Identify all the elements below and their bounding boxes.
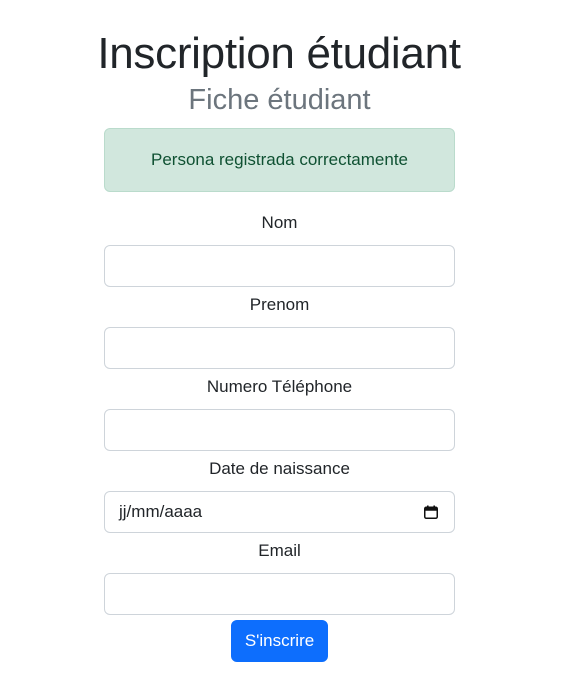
submit-button[interactable]: S'inscrire: [230, 620, 329, 662]
date-naissance-label: Date de naissance: [209, 459, 350, 478]
telephone-label: Numero Téléphone: [206, 377, 353, 396]
prenom-input[interactable]: [104, 327, 455, 369]
field-group-prenom: Prenom: [104, 294, 455, 369]
email-input[interactable]: [104, 573, 455, 615]
field-group-telephone: Numero Téléphone: [104, 376, 455, 451]
field-group-email: Email: [104, 540, 455, 615]
calendar-icon[interactable]: [424, 505, 438, 519]
field-group-nom: Nom: [104, 212, 455, 287]
page-title: Inscription étudiant: [97, 29, 461, 79]
nom-label: Nom: [261, 213, 298, 232]
submit-wrap: S'inscrire: [104, 620, 455, 662]
nom-input[interactable]: [104, 245, 455, 287]
field-group-date: Date de naissance jj/mm/aaaa: [104, 458, 455, 533]
telephone-input[interactable]: [104, 409, 455, 451]
student-form: Fiche étudiant Persona registrada correc…: [104, 82, 455, 662]
prenom-label: Prenom: [249, 295, 310, 314]
date-naissance-input[interactable]: jj/mm/aaaa: [104, 491, 455, 533]
date-placeholder: jj/mm/aaaa: [119, 502, 203, 521]
success-alert: Persona registrada correctamente: [104, 128, 455, 192]
success-alert-text: Persona registrada correctamente: [150, 150, 409, 169]
form-title: Fiche étudiant: [188, 84, 371, 116]
email-label: Email: [258, 541, 301, 560]
